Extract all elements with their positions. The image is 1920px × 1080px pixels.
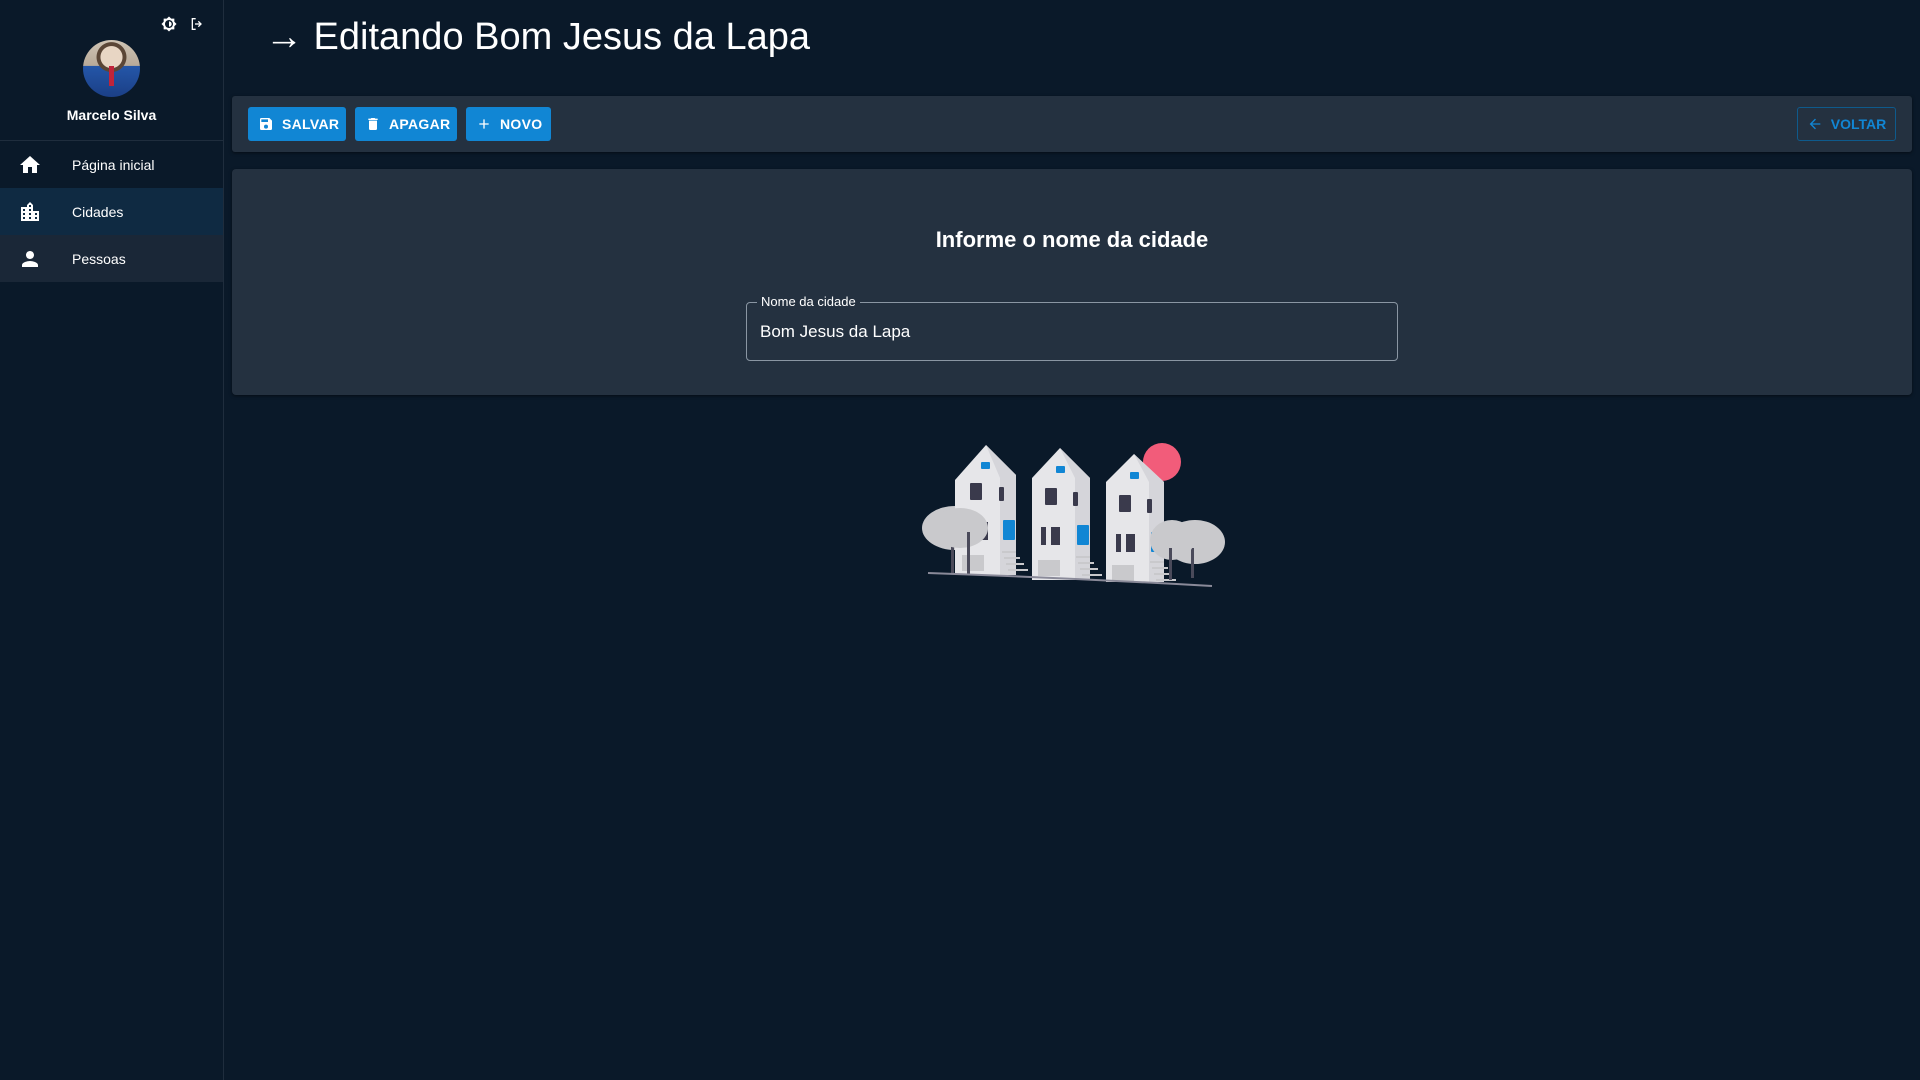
sidebar-item-label: Cidades: [72, 203, 124, 220]
delete-button-label: Apagar: [389, 116, 451, 132]
back-button[interactable]: Voltar: [1797, 107, 1896, 141]
sidebar-item-home[interactable]: Página inicial: [0, 141, 223, 188]
sidebar-profile: Marcelo Silva: [0, 0, 223, 141]
city-icon: [18, 200, 42, 224]
sidebar: Marcelo Silva Página inicial Cidades Pes…: [0, 0, 224, 1080]
delete-button[interactable]: Apagar: [355, 107, 457, 141]
person-icon: [18, 247, 42, 271]
save-button[interactable]: Salvar: [248, 107, 346, 141]
save-button-label: Salvar: [282, 116, 340, 132]
save-icon: [260, 118, 272, 130]
sidebar-nav: Página inicial Cidades Pessoas: [0, 141, 223, 282]
app-root: Marcelo Silva Página inicial Cidades Pes…: [0, 0, 1920, 1080]
trash-icon: [368, 118, 378, 130]
back-button-label: Voltar: [1830, 116, 1887, 132]
sidebar-item-label: Pessoas: [72, 250, 126, 267]
city-name-field: Nome da cidade: [746, 294, 1398, 361]
new-button[interactable]: Novo: [466, 107, 551, 141]
city-illustration: [922, 443, 1225, 587]
page-title: → Editando Bom Jesus da Lapa: [265, 16, 811, 58]
sidebar-top-actions: [161, 16, 205, 32]
user-name: Marcelo Silva: [66, 107, 157, 123]
action-toolbar: Salvar Apagar Novo Voltar: [232, 96, 1912, 152]
form-heading: Informe o nome da cidade: [935, 227, 1209, 252]
city-form-card: Informe o nome da cidade Nome da cidade: [232, 169, 1912, 395]
sidebar-item-cities[interactable]: Cidades: [0, 188, 223, 235]
theme-toggle-icon[interactable]: [161, 16, 177, 32]
new-button-label: Novo: [500, 116, 543, 132]
sidebar-item-people[interactable]: Pessoas: [0, 235, 223, 282]
arrow-left-icon: [1809, 118, 1821, 130]
city-name-input[interactable]: [747, 303, 1397, 360]
home-icon: [18, 153, 42, 177]
logout-icon[interactable]: [189, 16, 205, 32]
sidebar-item-label: Página inicial: [72, 156, 155, 173]
plus-icon: [479, 119, 489, 129]
main-content: → Editando Bom Jesus da Lapa Salvar Apag…: [232, 0, 1912, 1080]
avatar: [83, 40, 140, 97]
